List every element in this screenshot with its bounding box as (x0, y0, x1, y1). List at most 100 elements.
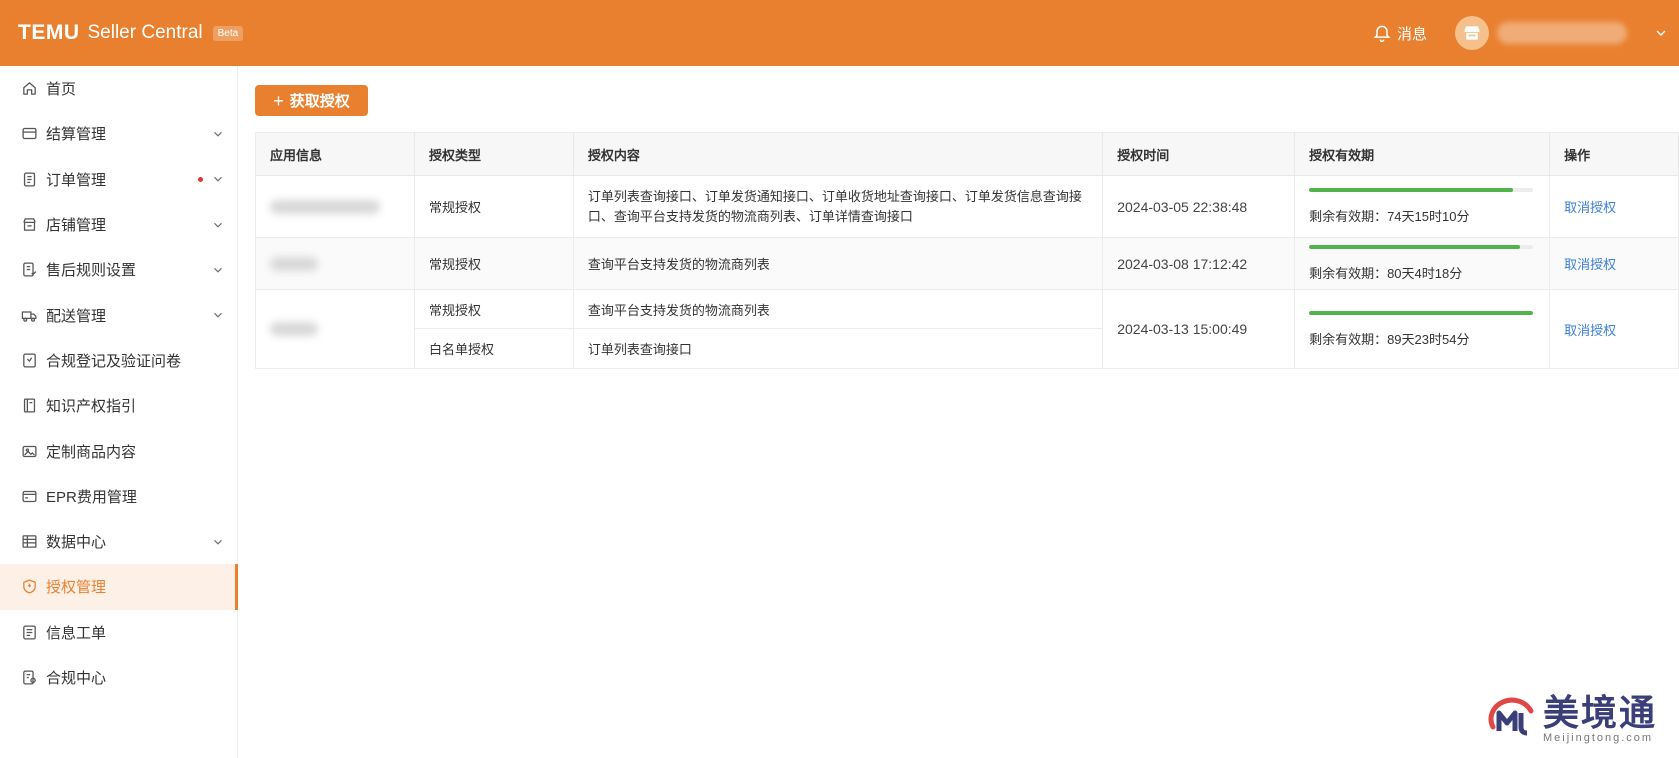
sidebar-item-label: 合规中心 (46, 670, 107, 687)
sidebar-item-10[interactable]: 数据中心 (0, 519, 237, 564)
ticket-icon (20, 623, 38, 641)
validity-remaining: 剩余有效期：74天15时10分 (1309, 209, 1470, 224)
auth-type-cell: 常规授权 (414, 237, 574, 290)
sidebar-item-4[interactable]: 售后规则设置 (0, 247, 237, 292)
sidebar-item-11[interactable]: 授权管理 (0, 564, 238, 610)
app-name: Seller Central (87, 22, 203, 43)
top-header: TEMU Seller Central Beta 消息 (0, 0, 1679, 66)
action-cell: 取消授权 (1549, 175, 1679, 238)
app-info-redacted (270, 199, 380, 214)
cancel-authorization-link[interactable]: 取消授权 (1564, 257, 1616, 272)
chevron-down-icon (211, 127, 225, 141)
cancel-authorization-link[interactable]: 取消授权 (1564, 200, 1616, 215)
sidebar-item-label: EPR费用管理 (46, 488, 137, 506)
after-sales-icon (20, 261, 38, 279)
compliance-form-icon (20, 351, 38, 369)
chevron-down-icon (1656, 30, 1666, 36)
compliance-center-icon (20, 669, 38, 687)
sidebar-item-label: 信息工单 (46, 624, 107, 642)
temu-logo: TEMU (18, 21, 80, 44)
chevron-down-icon (211, 218, 225, 232)
sidebar-item-label: 店铺管理 (46, 217, 107, 235)
app-info-cell (255, 237, 415, 290)
sidebar-item-2[interactable]: 订单管理 (0, 157, 237, 202)
watermark-subtitle: Meijingtong.com (1542, 732, 1654, 744)
brand[interactable]: TEMU Seller Central Beta (18, 21, 244, 45)
table-row: 常规授权 订单列表查询接口、订单发货通知接口、订单收货地址查询接口、订单发货信息… (255, 175, 1679, 238)
shop-icon (20, 216, 38, 234)
truck-icon (20, 306, 38, 324)
main-content: + 获取授权 应用信息 授权类型 授权内容 授权时间 授权有效期 操作 常规授权… (238, 66, 1679, 758)
auth-type-cell: 常规授权 (414, 175, 574, 238)
sidebar-item-label: 首页 (46, 81, 77, 99)
sidebar-item-9[interactable]: EPR费用管理 (0, 474, 237, 519)
auth-type-cell: 白名单授权 (414, 328, 574, 369)
sidebar-item-label: 数据中心 (46, 534, 107, 552)
validity-remaining: 剩余有效期：80天4时18分 (1309, 266, 1463, 281)
beta-badge: Beta (212, 25, 244, 41)
validity-progress-fill (1309, 245, 1520, 249)
table-row: 常规授权 查询平台支持发货的物流商列表 2024-03-13 15:00:49 … (255, 289, 1679, 369)
wallet-icon (20, 125, 38, 143)
sidebar-item-label: 知识产权指引 (46, 398, 137, 416)
chevron-down-icon (211, 308, 225, 322)
order-icon (20, 170, 38, 188)
col-header-auth-time: 授权时间 (1102, 132, 1296, 176)
col-header-auth-type: 授权类型 (414, 132, 574, 176)
sidebar-item-0[interactable]: 首页 (0, 66, 237, 111)
authorization-table: 应用信息 授权类型 授权内容 授权时间 授权有效期 操作 常规授权 订单列表查询… (255, 132, 1679, 369)
sidebar-item-label: 定制商品内容 (46, 443, 137, 461)
sidebar-item-6[interactable]: 合规登记及验证问卷 (0, 338, 237, 383)
sidebar-item-13[interactable]: 合规中心 (0, 655, 237, 700)
app-info-redacted (270, 256, 318, 271)
shield-icon (20, 578, 38, 596)
get-authorization-label: 获取授权 (289, 93, 350, 110)
sidebar-item-5[interactable]: 配送管理 (0, 292, 237, 337)
sidebar: 首页结算管理 订单管理店铺管理售后规则设置 配送管理合规登记及验证问卷知识产权指引定… (0, 66, 238, 758)
bell-icon (1373, 25, 1391, 43)
chevron-down-icon (211, 263, 225, 277)
messages-label: 消息 (1396, 25, 1427, 43)
app-info-redacted (270, 322, 318, 336)
cancel-authorization-link[interactable]: 取消授权 (1564, 323, 1616, 338)
validity-progress-bar (1309, 245, 1534, 249)
card-icon (20, 487, 38, 505)
validity-cell: 剩余有效期：80天4时18分 (1294, 237, 1551, 290)
col-header-app-info: 应用信息 (255, 132, 415, 176)
validity-progress-fill (1309, 310, 1534, 315)
chevron-down-icon (211, 535, 225, 549)
sidebar-item-label: 配送管理 (46, 307, 107, 325)
account-name[interactable] (1497, 22, 1627, 44)
auth-type-cell: 常规授权 (414, 289, 574, 329)
sidebar-item-1[interactable]: 结算管理 (0, 111, 237, 156)
sidebar-item-8[interactable]: 定制商品内容 (0, 428, 237, 473)
app-info-cell (255, 175, 415, 238)
sidebar-item-label: 售后规则设置 (46, 262, 137, 280)
auth-time-cell: 2024-03-13 15:00:49 (1102, 289, 1296, 369)
auth-content-cell: 订单列表查询接口 (573, 328, 1104, 369)
validity-progress-bar (1309, 188, 1534, 192)
auth-content-cell: 订单列表查询接口、订单发货通知接口、订单收货地址查询接口、订单发货信息查询接口、… (573, 175, 1104, 238)
validity-cell: 剩余有效期：89天23时54分 (1294, 289, 1551, 369)
sidebar-item-label: 授权管理 (46, 579, 107, 597)
app-info-cell (255, 289, 415, 369)
avatar[interactable] (1455, 16, 1489, 50)
action-cell: 取消授权 (1549, 289, 1679, 369)
notification-dot (198, 176, 203, 182)
get-authorization-button[interactable]: + 获取授权 (255, 85, 368, 116)
table-row: 常规授权 查询平台支持发货的物流商列表 2024-03-08 17:12:42 … (255, 237, 1679, 290)
watermark-title: 美境通 (1542, 692, 1657, 733)
messages-button[interactable]: 消息 (1372, 23, 1427, 44)
home-icon (20, 80, 38, 98)
col-header-actions: 操作 (1549, 132, 1679, 176)
validity-progress-bar (1309, 310, 1534, 315)
watermark: 美境通 Meijingtong.com (1487, 694, 1657, 744)
auth-content-cell: 查询平台支持发货的物流商列表 (573, 289, 1104, 329)
sidebar-item-7[interactable]: 知识产权指引 (0, 383, 237, 428)
sidebar-item-12[interactable]: 信息工单 (0, 610, 237, 655)
book-icon (20, 397, 38, 415)
validity-progress-fill (1309, 188, 1513, 192)
meijingtong-logo-icon (1488, 697, 1534, 736)
account-menu-button[interactable] (1653, 25, 1669, 41)
sidebar-item-3[interactable]: 店铺管理 (0, 202, 237, 247)
